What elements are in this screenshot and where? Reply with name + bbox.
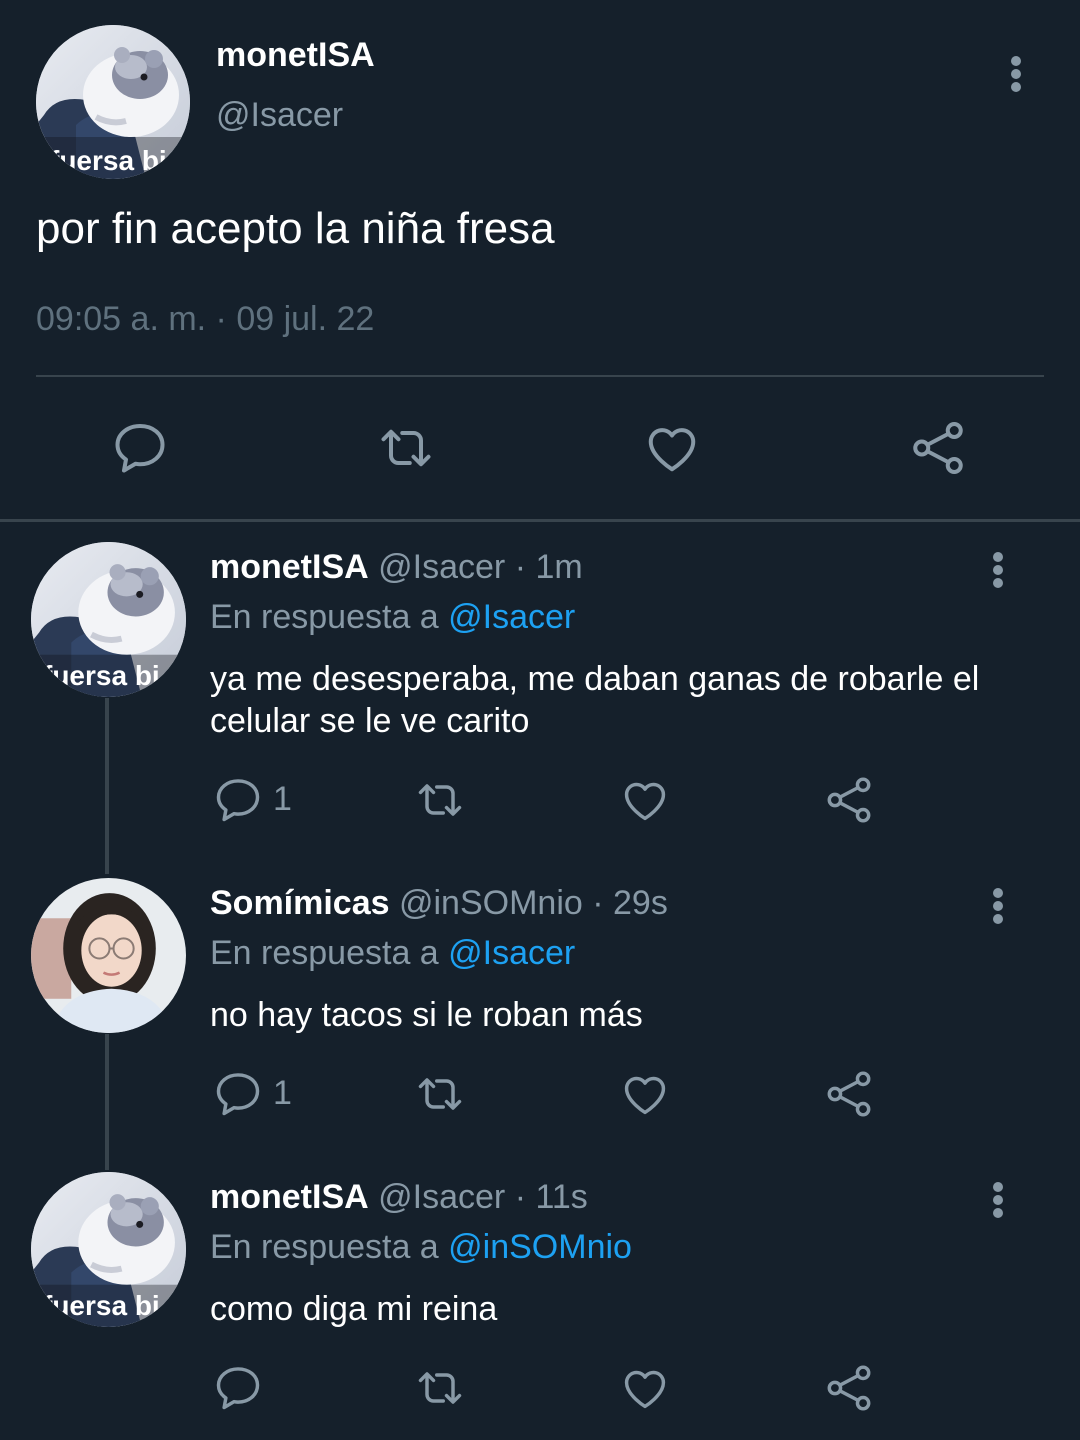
share-icon[interactable] <box>823 1068 875 1120</box>
main-tweet: fuersa bi monetISA @Isacer por fin acept… <box>0 0 1080 520</box>
share-icon[interactable] <box>823 1362 875 1414</box>
reply-header: Somímicas @inSOMnio · 29s <box>210 884 668 923</box>
avatar[interactable]: fuersa bi <box>36 25 190 179</box>
reply-icon[interactable] <box>212 1068 264 1120</box>
display-name[interactable]: Somímicas <box>210 884 390 922</box>
like-icon[interactable] <box>642 418 702 478</box>
like-icon[interactable] <box>619 1362 671 1414</box>
section-divider <box>0 519 1080 522</box>
avatar[interactable] <box>31 878 186 1033</box>
thread-line <box>105 698 109 874</box>
reply-icon[interactable] <box>110 418 170 478</box>
avatar-caption: fuersa bi <box>50 145 167 176</box>
reply-header: monetISA @Isacer · 11s <box>210 1178 588 1217</box>
reply-meta: @Isacer · 11s <box>378 1178 588 1216</box>
display-name[interactable]: monetISA <box>216 36 375 75</box>
in-reply-to: En respuesta a @Isacer <box>210 934 575 973</box>
more-options-icon[interactable] <box>980 1180 1016 1220</box>
mention-link[interactable]: @Isacer <box>448 598 575 636</box>
reply-icon[interactable] <box>212 1362 264 1414</box>
in-reply-prefix: En respuesta a <box>210 1228 449 1266</box>
reply-text: como diga mi reina <box>210 1290 498 1328</box>
more-options-icon[interactable] <box>980 550 1016 590</box>
like-icon[interactable] <box>619 1068 671 1120</box>
retweet-icon[interactable] <box>414 774 466 826</box>
in-reply-to: En respuesta a @inSOMnio <box>210 1228 632 1267</box>
like-icon[interactable] <box>619 774 671 826</box>
reply-text: ya me desesperaba, me daban ganas de rob… <box>210 660 980 740</box>
share-icon[interactable] <box>823 774 875 826</box>
more-options-icon[interactable] <box>980 886 1016 926</box>
avatar-caption: fuersa bi <box>43 1290 160 1321</box>
share-icon[interactable] <box>908 418 968 478</box>
display-name[interactable]: monetISA <box>210 1178 369 1216</box>
tweet-text: por fin acepto la niña fresa <box>36 204 555 253</box>
retweet-icon[interactable] <box>376 418 436 478</box>
thread-line <box>105 1034 109 1170</box>
in-reply-to: En respuesta a @Isacer <box>210 598 575 637</box>
mention-link[interactable]: @inSOMnio <box>448 1228 632 1266</box>
reply-header: monetISA @Isacer · 1m <box>210 548 583 587</box>
reply-icon[interactable] <box>212 774 264 826</box>
avatar-caption: fuersa bi <box>43 660 160 691</box>
tweet-timestamp: 09:05 a. m. · 09 jul. 22 <box>36 300 375 338</box>
avatar[interactable]: fuersa bi <box>31 542 186 697</box>
in-reply-prefix: En respuesta a <box>210 934 449 972</box>
display-name[interactable]: monetISA <box>210 548 369 586</box>
reply-meta: @inSOMnio · 29s <box>398 884 668 922</box>
divider <box>36 375 1044 377</box>
more-options-icon[interactable] <box>996 52 1036 96</box>
reply-text: no hay tacos si le roban más <box>210 996 643 1034</box>
reply-meta: @Isacer · 1m <box>378 548 583 586</box>
user-handle[interactable]: @Isacer <box>216 96 343 135</box>
in-reply-prefix: En respuesta a <box>210 598 449 636</box>
reply-count: 1 <box>273 780 292 818</box>
mention-link[interactable]: @Isacer <box>448 934 575 972</box>
retweet-icon[interactable] <box>414 1068 466 1120</box>
retweet-icon[interactable] <box>414 1362 466 1414</box>
reply-count: 1 <box>273 1074 292 1112</box>
avatar[interactable]: fuersa bi <box>31 1172 186 1327</box>
